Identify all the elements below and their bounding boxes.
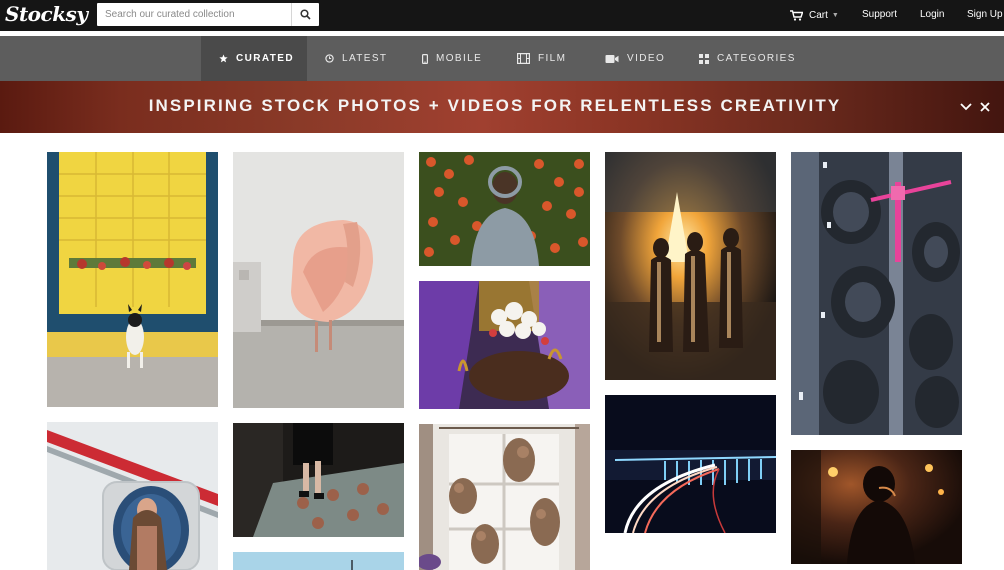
stocksy-logo[interactable]: Stocksy [5,0,88,31]
tab-label: MOBILE [436,53,483,64]
tab-video[interactable]: VIDEO [605,36,665,81]
signup-link[interactable]: Sign Up [967,0,1003,31]
photo-sky-bottom[interactable] [233,552,404,570]
cart-icon [790,10,803,21]
star-icon [219,54,228,63]
photo-dog-yellow-window[interactable] [47,152,218,407]
photo-man-flower-wall[interactable] [419,152,590,266]
search-box [97,3,319,26]
photo-dried-flowers-window[interactable] [419,424,590,570]
top-bar: Stocksy Cart ▼ Support Login Sign Up [0,0,1004,31]
tab-latest[interactable]: LATEST [325,36,387,81]
photo-flower-bouquet-hands[interactable] [419,281,590,409]
category-nav: CURATED LATEST MOBILE FILM VIDEO CATEGOR… [0,36,1004,81]
promo-banner: INSPIRING STOCK PHOTOS + VIDEOS FOR RELE… [0,81,1004,133]
photo-pink-pelican[interactable] [233,152,404,408]
search-input[interactable] [97,3,290,26]
tab-label: CATEGORIES [717,53,796,64]
cart-link[interactable]: Cart ▼ [790,0,839,31]
tab-label: CURATED [236,53,294,64]
tab-curated[interactable]: CURATED [219,36,294,81]
support-link[interactable]: Support [862,0,897,31]
chevron-down-icon[interactable] [960,81,972,133]
chevron-down-icon: ▼ [831,12,839,19]
search-icon [300,9,311,20]
tab-mobile[interactable]: MOBILE [422,36,482,81]
clock-icon [325,54,334,63]
video-icon [605,54,619,64]
photo-train-window-woman[interactable] [47,422,218,570]
close-icon[interactable] [980,81,990,133]
photo-bonfire-women[interactable] [605,152,776,380]
film-icon [517,53,530,64]
tab-categories[interactable]: CATEGORIES [699,36,796,81]
tab-film[interactable]: FILM [517,36,566,81]
photo-legs-tiled-floor[interactable] [233,423,404,537]
banner-text: INSPIRING STOCK PHOTOS + VIDEOS FOR RELE… [148,96,842,115]
tab-label: VIDEO [627,53,666,64]
photo-woman-candlelight[interactable] [791,450,962,564]
mobile-icon [422,53,428,64]
tab-label: FILM [538,53,567,64]
photo-night-light-trails[interactable] [605,395,776,533]
search-button[interactable] [291,3,319,26]
photo-aerial-crane[interactable] [791,152,962,435]
login-link[interactable]: Login [920,0,944,31]
tab-label: LATEST [342,53,388,64]
grid-icon [699,53,709,64]
cart-label: Cart [809,10,828,21]
